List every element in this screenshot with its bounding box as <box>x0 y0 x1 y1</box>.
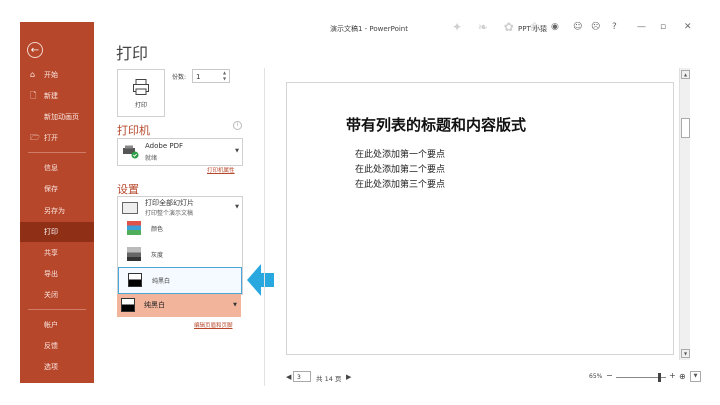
next-page-icon[interactable]: ▶ <box>346 373 351 381</box>
scroll-down-icon[interactable]: ▼ <box>690 371 701 382</box>
info-icon[interactable]: i <box>233 121 242 130</box>
sidebar-item-account[interactable]: 帐户 <box>20 315 94 335</box>
sidebar-item-open[interactable]: 🗁 打开 <box>20 128 94 148</box>
smiley-icon[interactable]: ☺ <box>573 22 582 32</box>
edit-header-footer-link[interactable]: 编辑页眉和页脚 <box>194 321 233 329</box>
sidebar-item-share[interactable]: 共享 <box>20 243 94 263</box>
color-mode-value: 纯黑白 <box>144 301 165 309</box>
chevron-down-icon: ▼ <box>235 204 239 210</box>
color-mode-dropdown[interactable]: 纯黑白 ▼ <box>117 294 241 317</box>
scrollbar-thumb[interactable] <box>681 118 690 138</box>
zoom-level[interactable]: 65% <box>589 373 602 380</box>
printer-properties-link[interactable]: 打印机属性 <box>207 166 235 174</box>
avatar-icon[interactable]: ◉ <box>551 22 559 32</box>
color-options-list: 颜色 灰度 纯黑白 <box>117 216 243 295</box>
scroll-up-icon[interactable]: ▲ <box>681 70 690 79</box>
sidebar-item-save-as[interactable]: 另存为 <box>20 201 94 221</box>
panel-divider <box>264 68 265 386</box>
preview-scrollbar[interactable]: ▲ ▼ <box>679 68 690 360</box>
slide-bullet: 在此处添加第二个要点 <box>355 165 446 175</box>
sidebar-divider <box>28 309 86 310</box>
printer-ready-icon <box>123 145 139 159</box>
zoom-in-icon[interactable]: + <box>669 371 676 380</box>
previous-page-icon[interactable]: ◀ <box>286 373 291 381</box>
page-title: 打印 <box>116 44 149 63</box>
print-range-dropdown[interactable]: 打印全部幻灯片 打印整个演示文稿 ▼ <box>117 196 243 218</box>
black-white-swatch-icon <box>121 298 135 312</box>
grayscale-swatch-icon <box>127 247 141 261</box>
slides-icon <box>122 202 138 214</box>
print-range-value: 打印全部幻灯片 <box>145 199 194 207</box>
zoom-out-icon[interactable]: − <box>606 371 613 380</box>
frown-icon[interactable]: ☹ <box>591 22 600 32</box>
restore-button[interactable]: ▫ <box>660 22 666 32</box>
page-total: 共 14 页 <box>316 375 342 383</box>
sidebar-item-print[interactable]: 打印 <box>20 222 94 242</box>
sidebar-item-new[interactable]: 🗋 新建 <box>20 86 94 106</box>
sidebar-item-new-animation[interactable]: 新加动画页 <box>20 107 94 127</box>
copies-spinner-icon[interactable]: ▲ ▼ <box>223 70 226 82</box>
sidebar-item-feedback[interactable]: 反馈 <box>20 336 94 356</box>
sidebar-item-home[interactable]: ⌂ 开始 <box>20 65 94 85</box>
sidebar-item-save[interactable]: 保存 <box>20 179 94 199</box>
sidebar-item-options[interactable]: 选项 <box>20 357 94 377</box>
close-button[interactable]: ✕ <box>684 22 692 32</box>
backstage-sidebar: ← ⌂ 开始 🗋 新建 新加动画页 🗁 打开 信息 保存 另存为 打印 共享 导… <box>20 22 94 383</box>
printer-heading: 打印机 <box>117 124 150 137</box>
color-swatch-icon <box>127 221 141 235</box>
slide-bullet: 在此处添加第三个要点 <box>355 180 446 190</box>
fit-to-window-icon[interactable]: ⊕ <box>679 372 686 381</box>
sidebar-item-info[interactable]: 信息 <box>20 158 94 178</box>
sidebar-item-export[interactable]: 导出 <box>20 264 94 284</box>
new-file-icon: 🗋 <box>30 91 37 100</box>
chevron-down-icon: ▼ <box>233 302 237 308</box>
highlight-arrow-icon <box>247 264 274 296</box>
zoom-slider-thumb[interactable] <box>658 373 661 382</box>
color-option-black-white[interactable]: 纯黑白 <box>118 267 242 294</box>
sidebar-divider <box>28 152 86 153</box>
color-option-grayscale[interactable]: 灰度 <box>118 242 242 268</box>
user-name[interactable]: PPT 小猿 <box>518 24 547 34</box>
window-title: 演示文稿1 - PowerPoint <box>330 25 408 33</box>
home-icon: ⌂ <box>30 70 36 79</box>
printer-dropdown[interactable]: Adobe PDF 就绪 ▼ <box>117 138 243 166</box>
page-number-input[interactable]: 3 <box>293 371 311 382</box>
minimize-button[interactable]: — <box>637 22 646 32</box>
back-arrow-icon[interactable]: ← <box>27 42 43 58</box>
copies-label: 份数: <box>172 74 187 81</box>
print-button-label: 打印 <box>134 102 147 109</box>
scroll-down-icon[interactable]: ▼ <box>681 349 690 358</box>
printer-icon <box>133 79 149 95</box>
settings-heading: 设置 <box>117 183 139 196</box>
black-white-swatch-icon <box>128 273 142 287</box>
chevron-down-icon: ▼ <box>235 148 239 154</box>
color-option-color[interactable]: 颜色 <box>118 216 242 242</box>
help-icon[interactable]: ? <box>612 22 617 32</box>
sidebar-item-close[interactable]: 关闭 <box>20 285 94 305</box>
folder-icon: 🗁 <box>30 133 40 142</box>
printer-status: 就绪 <box>145 155 158 162</box>
print-button[interactable]: 打印 <box>117 69 165 117</box>
printer-name: Adobe PDF <box>145 142 184 150</box>
slide-bullet: 在此处添加第一个要点 <box>355 150 446 160</box>
slide-title: 带有列表的标题和内容版式 <box>346 116 527 134</box>
